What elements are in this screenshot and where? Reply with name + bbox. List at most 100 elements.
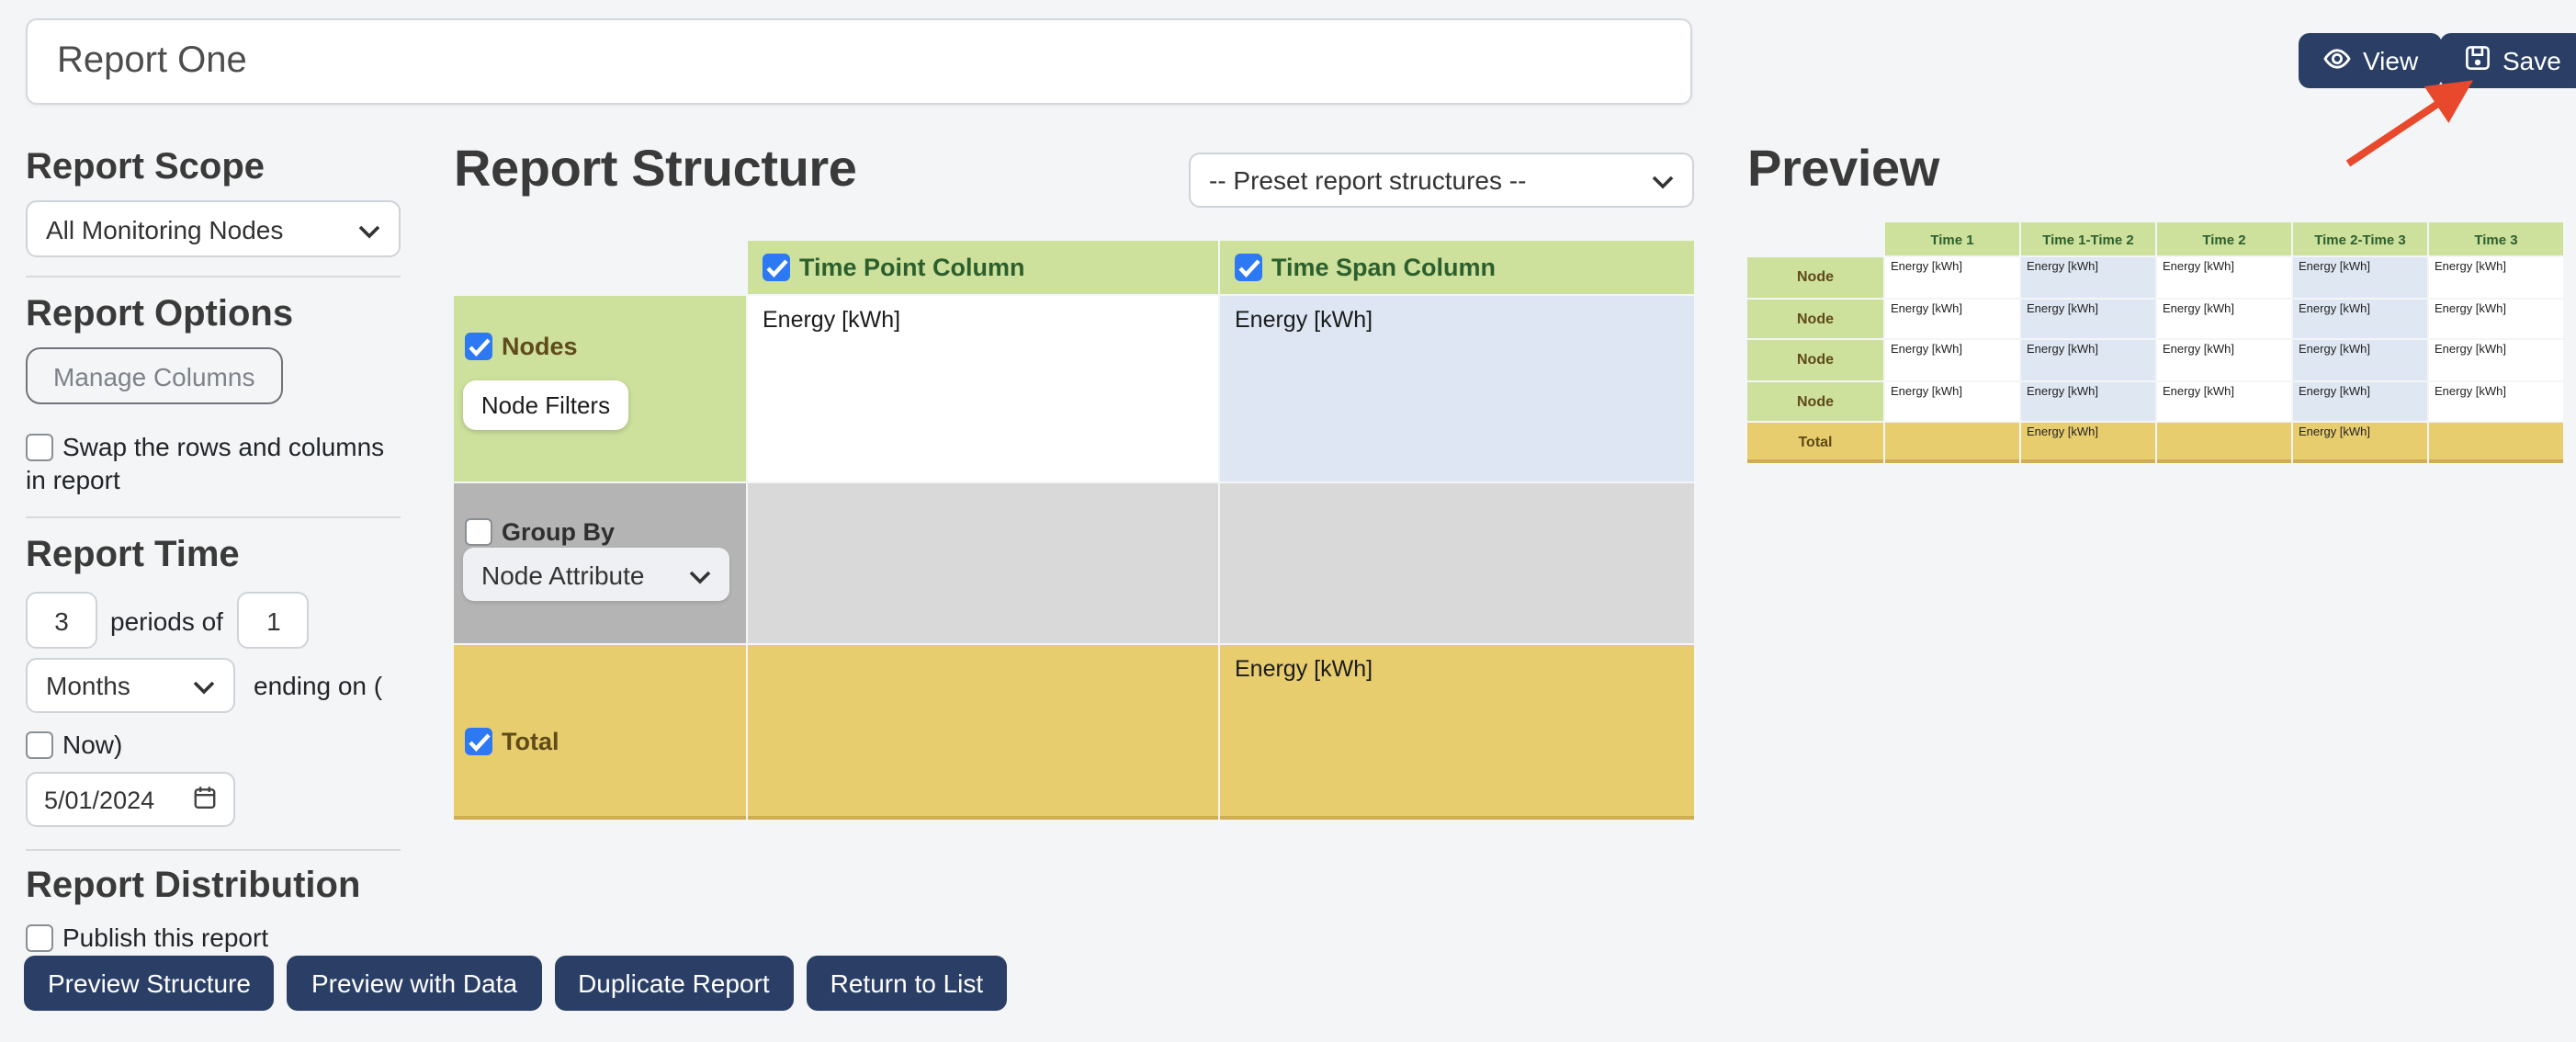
time-span-column-checkbox[interactable] bbox=[1235, 255, 1262, 282]
time-span-column-label: Time Span Column bbox=[1271, 255, 1496, 282]
preview-data-cell: Energy [kWh] bbox=[2429, 340, 2563, 379]
preview-structure-button[interactable]: Preview Structure bbox=[24, 956, 275, 1011]
end-date-value: 5/01/2024 bbox=[44, 786, 154, 813]
total-row-label: Total bbox=[502, 729, 559, 756]
group-by-attribute-select[interactable]: Node Attribute bbox=[463, 548, 729, 601]
preview-col-header: Time 2 bbox=[2157, 222, 2291, 255]
report-scope-select[interactable]: All Monitoring Nodes bbox=[26, 200, 401, 257]
preview-data-cell: Energy [kWh] bbox=[2157, 299, 2291, 338]
report-scope-select-value: All Monitoring Nodes bbox=[46, 214, 283, 244]
eye-icon bbox=[2322, 43, 2352, 78]
calendar-icon bbox=[193, 784, 217, 815]
report-structure-table: Time Point Column Time Span Column Nodes… bbox=[454, 241, 1694, 820]
preview-data-cell: Energy [kWh] bbox=[2429, 381, 2563, 421]
preview-total-row-header: Total bbox=[1747, 423, 1883, 463]
preview-data-cell: Energy [kWh] bbox=[2021, 257, 2155, 297]
view-button[interactable]: View bbox=[2299, 33, 2442, 88]
divider bbox=[26, 276, 401, 277]
swap-rows-columns-label: Swap the rows and columns in report bbox=[26, 432, 384, 494]
group-by-attribute-select-value: Node Attribute bbox=[481, 560, 644, 589]
preview-data-cell: Energy [kWh] bbox=[2021, 299, 2155, 338]
end-date-input[interactable]: 5/01/2024 bbox=[26, 772, 235, 827]
chevron-down-icon bbox=[1652, 165, 1674, 195]
time-point-column-header-cell[interactable]: Time Point Column bbox=[748, 241, 1218, 294]
preview-total-cell: Energy [kWh] bbox=[2293, 423, 2427, 463]
time-point-column-checkbox[interactable] bbox=[763, 255, 790, 282]
preview-data-cell: Energy [kWh] bbox=[2021, 381, 2155, 421]
preview-data-cell: Energy [kWh] bbox=[2429, 257, 2563, 297]
now-row: Now) bbox=[26, 728, 401, 761]
preview-data-cell: Energy [kWh] bbox=[1885, 299, 2019, 338]
nodes-time-point-cell[interactable]: Energy [kWh] bbox=[748, 296, 1218, 481]
group-by-time-span-cell[interactable] bbox=[1220, 483, 1694, 643]
preview-data-cell: Energy [kWh] bbox=[2021, 340, 2155, 379]
duplicate-report-button[interactable]: Duplicate Report bbox=[554, 956, 794, 1011]
report-editor-page: View Save Report Scope All Monitoring No… bbox=[0, 0, 2576, 1042]
divider bbox=[26, 516, 401, 518]
time-span-column-header-cell[interactable]: Time Span Column bbox=[1220, 241, 1694, 294]
total-time-span-cell[interactable]: Energy [kWh] bbox=[1220, 645, 1694, 820]
preview-data-cell: Energy [kWh] bbox=[2157, 340, 2291, 379]
group-by-time-point-cell[interactable] bbox=[748, 483, 1218, 643]
periods-count-input[interactable] bbox=[26, 592, 97, 649]
preview-col-header: Time 1-Time 2 bbox=[2021, 222, 2155, 255]
total-row-header-cell: Total bbox=[454, 645, 746, 820]
preview-table: Time 1Time 1-Time 2Time 2Time 2-Time 3Ti… bbox=[1747, 222, 2563, 463]
preset-structures-select-value: -- Preset report structures -- bbox=[1209, 165, 1526, 195]
preview-col-header: Time 3 bbox=[2429, 222, 2563, 255]
now-label: Now) bbox=[62, 730, 122, 759]
preview-data-cell: Energy [kWh] bbox=[1885, 257, 2019, 297]
preview-with-data-button[interactable]: Preview with Data bbox=[288, 956, 541, 1011]
ending-on-label: ending on ( bbox=[254, 671, 382, 700]
total-checkbox[interactable] bbox=[465, 729, 492, 756]
publish-label: Publish this report bbox=[62, 923, 268, 952]
manage-columns-button[interactable]: Manage Columns bbox=[26, 347, 282, 404]
report-structure-heading: Report Structure bbox=[454, 140, 857, 198]
nodes-checkbox[interactable] bbox=[465, 334, 492, 361]
save-button-label: Save bbox=[2503, 46, 2561, 75]
return-to-list-button[interactable]: Return to List bbox=[807, 956, 1008, 1011]
group-by-row-label: Group By bbox=[502, 519, 615, 547]
save-icon bbox=[2464, 44, 2491, 77]
group-by-checkbox[interactable] bbox=[465, 519, 492, 547]
preset-structures-select[interactable]: -- Preset report structures -- bbox=[1189, 153, 1694, 208]
preview-corner-cell bbox=[1747, 222, 1883, 255]
publish-checkbox[interactable] bbox=[26, 924, 53, 952]
group-by-row-header-cell: Group By Node Attribute bbox=[454, 483, 746, 643]
report-options-heading: Report Options bbox=[26, 294, 401, 336]
preview-data-cell: Energy [kWh] bbox=[2157, 381, 2291, 421]
now-checkbox[interactable] bbox=[26, 731, 53, 759]
swap-rows-columns-checkbox[interactable] bbox=[26, 434, 53, 461]
node-filters-button[interactable]: Node Filters bbox=[463, 380, 628, 430]
preview-total-cell bbox=[1885, 423, 2019, 463]
save-button[interactable]: Save bbox=[2440, 33, 2576, 88]
swap-rows-columns-row: Swap the rows and columns in report bbox=[26, 430, 401, 496]
preview-col-header: Time 2-Time 3 bbox=[2293, 222, 2427, 255]
report-distribution-heading: Report Distribution bbox=[26, 866, 401, 908]
preview-data-cell: Energy [kWh] bbox=[2429, 299, 2563, 338]
nodes-time-span-cell[interactable]: Energy [kWh] bbox=[1220, 296, 1694, 481]
divider bbox=[26, 849, 401, 851]
period-unit-select[interactable]: Months bbox=[26, 658, 235, 713]
time-point-column-label: Time Point Column bbox=[799, 255, 1025, 282]
sidebar: Report Scope All Monitoring Nodes Report… bbox=[26, 147, 401, 954]
preview-data-cell: Energy [kWh] bbox=[1885, 381, 2019, 421]
total-time-point-cell[interactable] bbox=[748, 645, 1218, 820]
preview-data-cell: Energy [kWh] bbox=[2293, 340, 2427, 379]
chevron-down-icon bbox=[358, 214, 380, 244]
report-scope-heading: Report Scope bbox=[26, 147, 401, 189]
nodes-row-header-cell: Nodes Node Filters bbox=[454, 296, 746, 481]
preview-data-cell: Energy [kWh] bbox=[2293, 257, 2427, 297]
preview-col-header: Time 1 bbox=[1885, 222, 2019, 255]
preview-data-cell: Energy [kWh] bbox=[1885, 340, 2019, 379]
nodes-row-label: Nodes bbox=[502, 334, 578, 361]
report-time-heading: Report Time bbox=[26, 535, 401, 577]
period-length-input[interactable] bbox=[238, 592, 310, 649]
preview-row-header: Node bbox=[1747, 257, 1883, 297]
chevron-down-icon bbox=[689, 560, 711, 589]
periods-row: periods of bbox=[26, 592, 401, 649]
report-title-input[interactable] bbox=[26, 18, 1692, 105]
preview-heading: Preview bbox=[1747, 140, 1939, 198]
unit-row: Months ending on ( bbox=[26, 658, 401, 713]
publish-row: Publish this report bbox=[26, 921, 401, 954]
